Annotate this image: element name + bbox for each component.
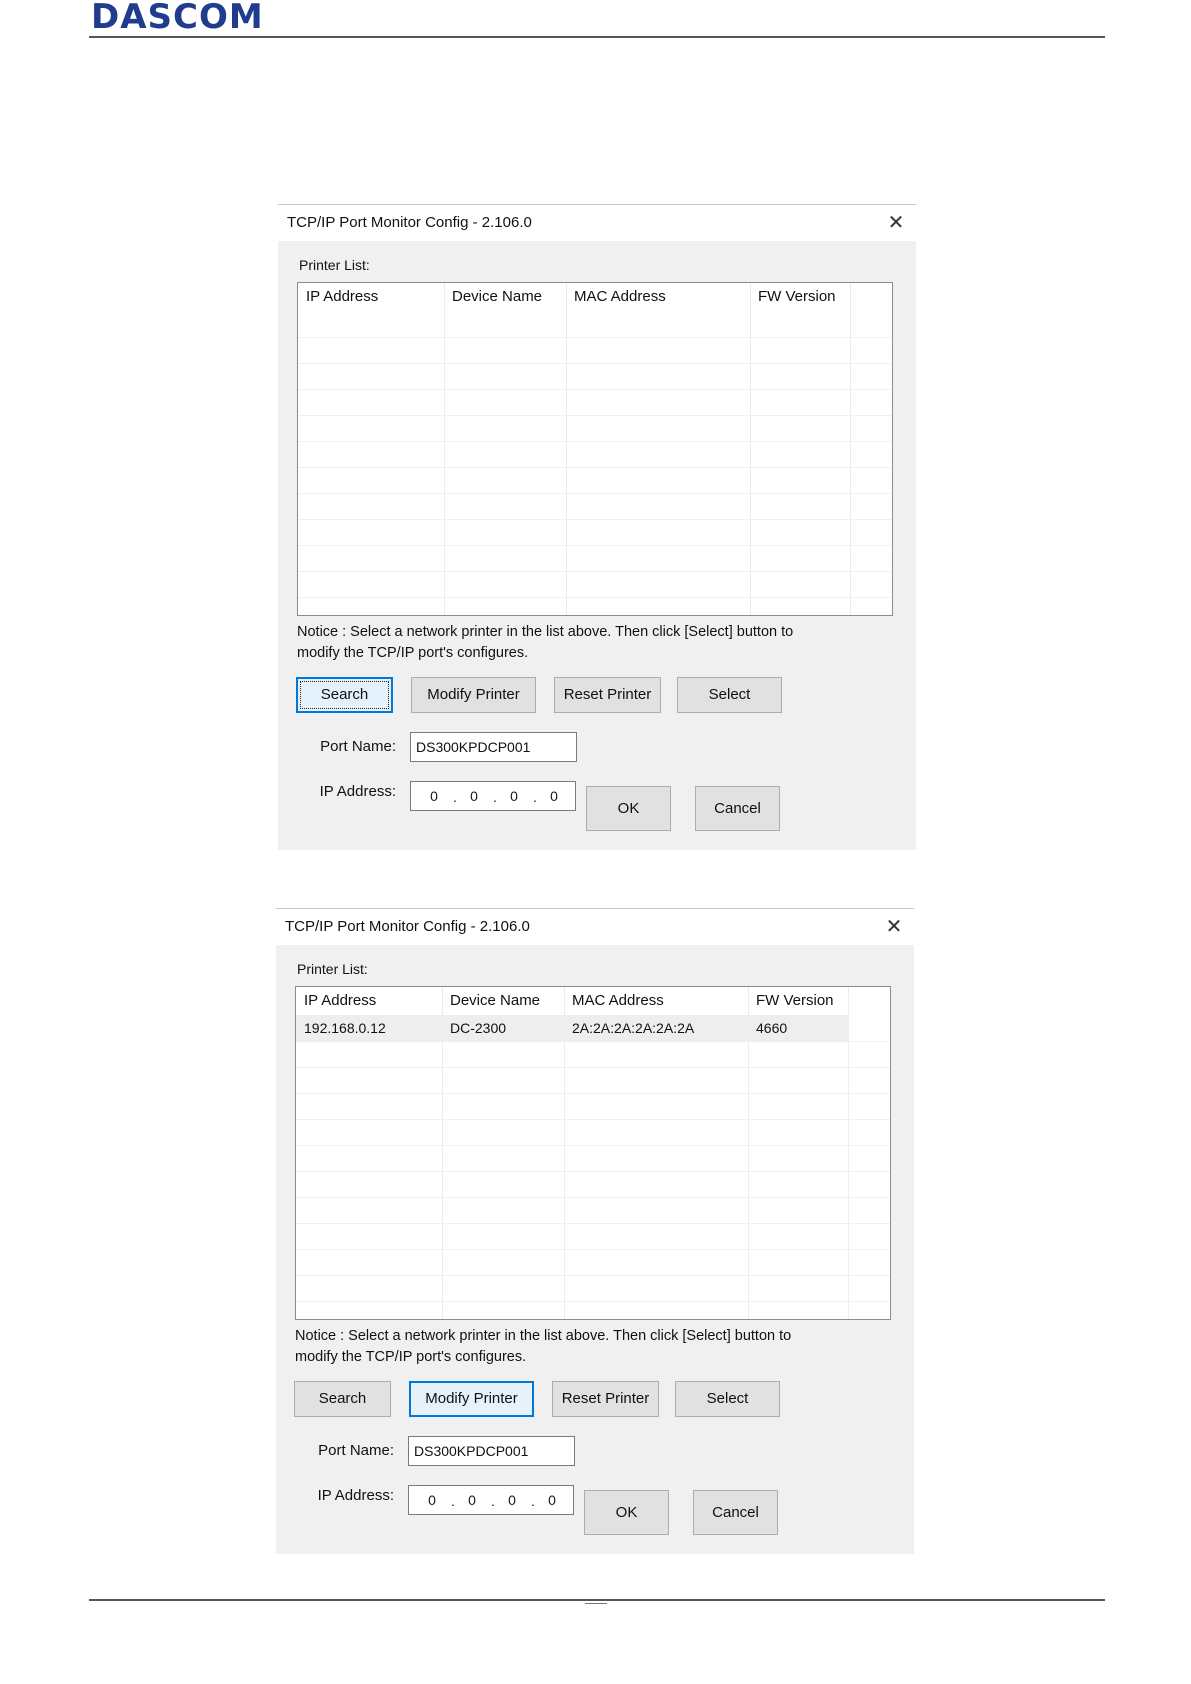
select-button[interactable]: Select: [677, 677, 782, 713]
grid-column-line: [750, 283, 751, 615]
dialog-title: TCP/IP Port Monitor Config - 2.106.0: [287, 214, 532, 231]
grid-row-line: [298, 493, 892, 494]
grid-row-line: [298, 597, 892, 598]
grid-column-line: [848, 987, 849, 1319]
port-config-dialog-2: TCP/IP Port Monitor Config - 2.106.0 ✕ P…: [276, 908, 914, 1554]
notice-line-1: Notice : Select a network printer in the…: [295, 1328, 792, 1344]
grid-row-line: [296, 1171, 890, 1172]
printer-list[interactable]: IP Address Device Name MAC Address FW Ve…: [295, 986, 891, 1320]
modify-printer-button[interactable]: Modify Printer: [409, 1381, 534, 1417]
grid-row-line: [296, 1145, 890, 1146]
cancel-button[interactable]: Cancel: [693, 1490, 778, 1535]
ip-dot: .: [493, 789, 497, 805]
grid-row-line: [298, 545, 892, 546]
select-button[interactable]: Select: [675, 1381, 780, 1417]
ip-address-label: IP Address:: [319, 783, 396, 800]
notice-line-2: modify the TCP/IP port's configures.: [295, 1349, 527, 1365]
ip-dot: .: [491, 1493, 495, 1509]
ip-dot: .: [533, 789, 537, 805]
cell-ip-address: 192.168.0.12: [304, 1020, 386, 1036]
grid-row-line: [298, 363, 892, 364]
ip-address-input[interactable]: 0 . 0 . 0 . 0: [410, 781, 576, 811]
modify-printer-button[interactable]: Modify Printer: [411, 677, 536, 713]
ok-button[interactable]: OK: [586, 786, 671, 831]
cell-fw-version: 4660: [756, 1020, 788, 1036]
notice-line-1: Notice : Select a network printer in the…: [297, 624, 794, 640]
ip-octet-1[interactable]: 0: [421, 1486, 443, 1514]
port-name-label: Port Name:: [320, 738, 396, 755]
grid-row-line: [296, 1275, 890, 1276]
footer-rule: [89, 1599, 1105, 1601]
grid-row-line: [298, 415, 892, 416]
grid-row-line: [296, 1197, 890, 1198]
notice-line-2: modify the TCP/IP port's configures.: [297, 645, 529, 661]
search-button[interactable]: Search: [294, 1381, 391, 1417]
ip-octet-2[interactable]: 0: [463, 782, 485, 810]
column-header-ip-address[interactable]: IP Address: [296, 987, 442, 1015]
reset-printer-button[interactable]: Reset Printer: [552, 1381, 659, 1417]
grid-column-line: [850, 283, 851, 615]
grid-column-line: [566, 283, 567, 615]
dialog-title: TCP/IP Port Monitor Config - 2.106.0: [285, 918, 530, 935]
dascom-logo-text: DASCOM: [91, 0, 264, 37]
ip-octet-4[interactable]: 0: [541, 1486, 563, 1514]
ip-octet-4[interactable]: 0: [543, 782, 565, 810]
ip-octet-3[interactable]: 0: [503, 782, 525, 810]
column-header-mac-address[interactable]: MAC Address: [564, 987, 748, 1015]
grid-row-line: [296, 1249, 890, 1250]
grid-row-line: [298, 389, 892, 390]
grid-row-line: [296, 1301, 890, 1302]
column-header-fw-version[interactable]: FW Version: [750, 283, 850, 311]
grid-row-line: [298, 441, 892, 442]
grid-row-line: [298, 519, 892, 520]
grid-row-line: [296, 1093, 890, 1094]
grid-column-line: [444, 283, 445, 615]
port-name-label: Port Name:: [318, 1442, 394, 1459]
grid-row-line: [296, 1067, 890, 1068]
grid-row-line: [296, 1223, 890, 1224]
column-header-mac-address[interactable]: MAC Address: [566, 283, 750, 311]
port-name-input[interactable]: DS300KPDCP001: [410, 732, 577, 762]
notice-text: Notice : Select a network printer in the…: [295, 1326, 895, 1368]
reset-printer-button[interactable]: Reset Printer: [554, 677, 661, 713]
port-name-input[interactable]: DS300KPDCP001: [408, 1436, 575, 1466]
dascom-logo: DASCOM: [91, 0, 264, 34]
search-button[interactable]: Search: [296, 677, 393, 713]
ip-dot: .: [451, 1493, 455, 1509]
grid-row-line: [298, 337, 892, 338]
printer-list-header: IP Address Device Name MAC Address FW Ve…: [296, 987, 890, 1015]
printer-list-header: IP Address Device Name MAC Address FW Ve…: [298, 283, 892, 311]
grid-row-line: [296, 1119, 890, 1120]
grid-row-line: [298, 571, 892, 572]
column-header-ip-address[interactable]: IP Address: [298, 283, 444, 311]
close-icon[interactable]: ✕: [884, 909, 904, 945]
ip-address-label: IP Address:: [317, 1487, 394, 1504]
ok-button[interactable]: OK: [584, 1490, 669, 1535]
printer-list[interactable]: IP Address Device Name MAC Address FW Ve…: [297, 282, 893, 616]
ip-octet-3[interactable]: 0: [501, 1486, 523, 1514]
column-header-device-name[interactable]: Device Name: [442, 987, 564, 1015]
header-rule: [89, 36, 1105, 38]
dialog-title-bar: TCP/IP Port Monitor Config - 2.106.0 ✕: [278, 205, 916, 241]
cancel-button[interactable]: Cancel: [695, 786, 780, 831]
printer-list-label: Printer List:: [297, 961, 368, 977]
grid-row-line: [298, 467, 892, 468]
column-header-device-name[interactable]: Device Name: [444, 283, 566, 311]
ip-address-input[interactable]: 0 . 0 . 0 . 0: [408, 1485, 574, 1515]
table-row[interactable]: 192.168.0.12 DC-2300 2A:2A:2A:2A:2A:2A 4…: [296, 1015, 848, 1042]
ip-octet-2[interactable]: 0: [461, 1486, 483, 1514]
notice-text: Notice : Select a network printer in the…: [297, 622, 897, 664]
ip-octet-1[interactable]: 0: [423, 782, 445, 810]
printer-list-label: Printer List:: [299, 257, 370, 273]
ip-dot: .: [531, 1493, 535, 1509]
ip-dot: .: [453, 789, 457, 805]
port-config-dialog-1: TCP/IP Port Monitor Config - 2.106.0 ✕ P…: [278, 204, 916, 850]
close-icon[interactable]: ✕: [886, 205, 906, 241]
cell-device-name: DC-2300: [450, 1020, 507, 1036]
footer-mark: [585, 1603, 607, 1604]
dialog-title-bar: TCP/IP Port Monitor Config - 2.106.0 ✕: [276, 909, 914, 945]
cell-mac-address: 2A:2A:2A:2A:2A:2A: [572, 1020, 695, 1036]
column-header-fw-version[interactable]: FW Version: [748, 987, 848, 1015]
